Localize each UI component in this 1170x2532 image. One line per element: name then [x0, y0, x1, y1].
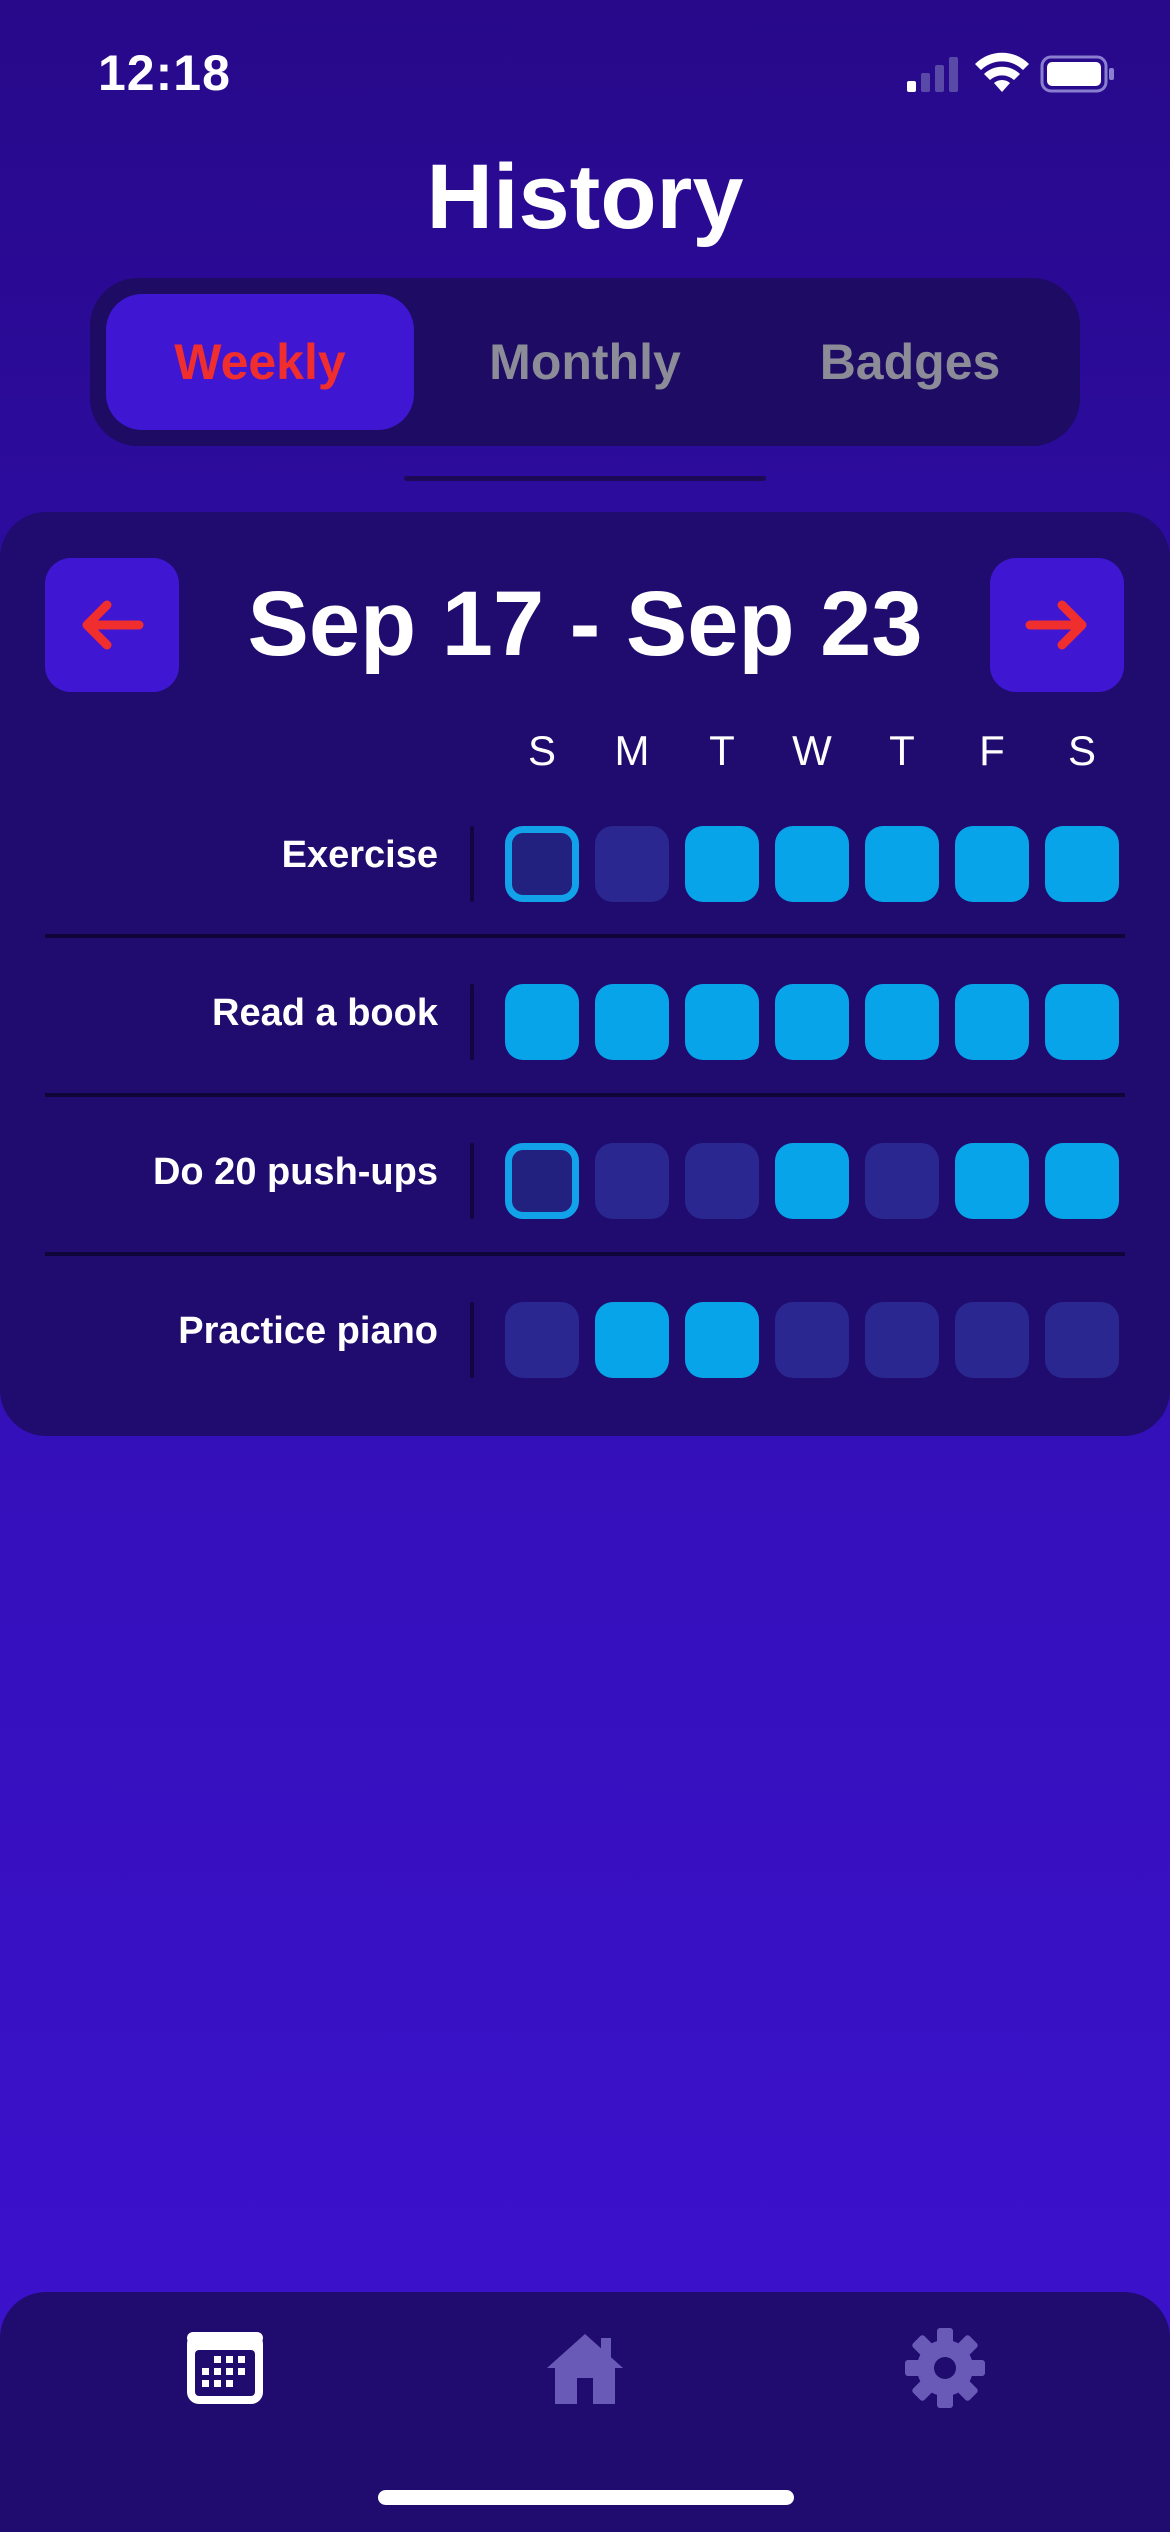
home-icon[interactable]	[543, 2326, 627, 2410]
day-cell-thu[interactable]	[865, 826, 939, 902]
habit-row: Practice piano	[0, 1266, 1170, 1424]
gear-icon[interactable]	[903, 2326, 987, 2410]
tab-monthly[interactable]: Monthly	[431, 294, 739, 430]
cellular-signal-icon	[907, 57, 958, 92]
row-divider	[45, 1093, 1125, 1097]
arrow-left-icon	[82, 600, 144, 650]
habit-row: Exercise	[0, 790, 1170, 948]
day-cell-fri[interactable]	[955, 1302, 1029, 1378]
status-time: 12:18	[98, 45, 231, 101]
day-cell-thu[interactable]	[865, 984, 939, 1060]
habit-name: Practice piano	[178, 1310, 438, 1352]
day-cell-fri[interactable]	[955, 1143, 1029, 1219]
row-divider	[45, 934, 1125, 938]
day-headers: S M T W T F S	[0, 727, 1170, 787]
previous-week-button[interactable]	[45, 558, 179, 692]
day-cell-wed[interactable]	[775, 1143, 849, 1219]
day-cell-mon[interactable]	[595, 984, 669, 1060]
day-cell-fri[interactable]	[955, 984, 1029, 1060]
week-range-label: Sep 17 - Sep 23	[247, 573, 923, 675]
day-cell-fri[interactable]	[955, 826, 1029, 902]
day-cell-wed[interactable]	[775, 984, 849, 1060]
day-cell-tue[interactable]	[685, 826, 759, 902]
habit-row: Read a book	[0, 948, 1170, 1106]
row-divider	[45, 1252, 1125, 1256]
wifi-icon	[975, 52, 1029, 92]
day-cell-wed[interactable]	[775, 1302, 849, 1378]
tab-badges[interactable]: Badges	[756, 294, 1064, 430]
calendar-icon[interactable]	[183, 2326, 267, 2410]
page-title: History	[426, 146, 744, 248]
habit-name: Read a book	[212, 992, 438, 1034]
day-header: S	[1067, 727, 1096, 774]
day-header: T	[889, 727, 915, 774]
day-header: F	[979, 727, 1005, 774]
day-cell-wed[interactable]	[775, 826, 849, 902]
day-cell-thu[interactable]	[865, 1302, 939, 1378]
day-cell-sat[interactable]	[1045, 1143, 1119, 1219]
section-divider	[404, 476, 766, 481]
day-cell-sun[interactable]	[505, 984, 579, 1060]
day-cell-sun[interactable]	[505, 826, 579, 902]
day-cell-sat[interactable]	[1045, 826, 1119, 902]
home-indicator	[378, 2490, 794, 2505]
habit-row: Do 20 push-ups	[0, 1107, 1170, 1265]
day-cell-mon[interactable]	[595, 1143, 669, 1219]
day-cell-mon[interactable]	[595, 1302, 669, 1378]
weekly-history-card: Sep 17 - Sep 23 S M T W T F S Exercise Re…	[0, 512, 1170, 1436]
habit-name: Exercise	[281, 834, 438, 876]
row-separator	[470, 1143, 474, 1219]
arrow-right-icon	[1025, 600, 1087, 650]
day-cell-thu[interactable]	[865, 1143, 939, 1219]
battery-icon	[1040, 55, 1114, 93]
day-cell-mon[interactable]	[595, 826, 669, 902]
day-header: W	[792, 727, 832, 774]
next-week-button[interactable]	[990, 558, 1124, 692]
row-separator	[470, 826, 474, 902]
day-cell-sun[interactable]	[505, 1143, 579, 1219]
day-header: S	[527, 727, 556, 774]
day-cell-tue[interactable]	[685, 1143, 759, 1219]
tab-weekly[interactable]: Weekly	[106, 294, 414, 430]
status-bar: 12:18	[0, 0, 1170, 150]
day-header: T	[709, 727, 735, 774]
day-cell-sat[interactable]	[1045, 984, 1119, 1060]
day-cell-tue[interactable]	[685, 1302, 759, 1378]
day-header: M	[614, 727, 650, 774]
row-separator	[470, 984, 474, 1060]
row-separator	[470, 1302, 474, 1378]
day-cell-sat[interactable]	[1045, 1302, 1119, 1378]
day-cell-sun[interactable]	[505, 1302, 579, 1378]
history-segmented-control: Weekly Monthly Badges	[90, 278, 1080, 446]
habit-name: Do 20 push-ups	[152, 1151, 438, 1193]
day-cell-tue[interactable]	[685, 984, 759, 1060]
